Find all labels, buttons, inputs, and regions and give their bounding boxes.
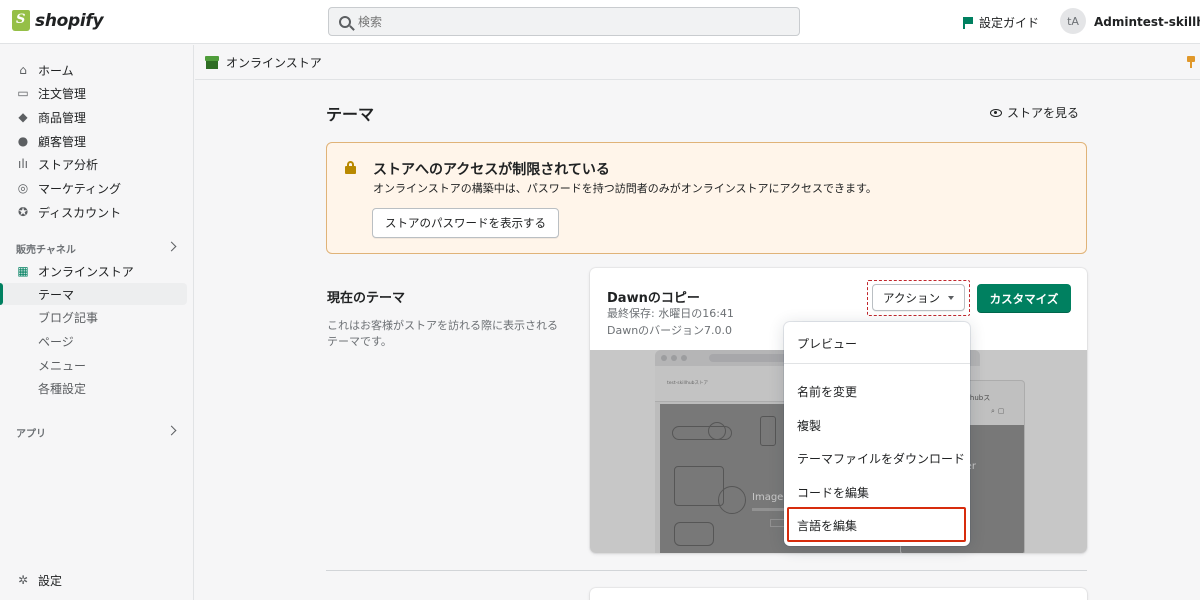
sidebar-item-label: 注文管理: [38, 86, 87, 101]
apps-title: アプリ: [16, 429, 46, 440]
store-icon: [205, 56, 219, 69]
lock-icon: [345, 161, 356, 174]
current-theme-title: 現在のテーマ: [327, 291, 406, 306]
edit-languages-highlight: [787, 507, 966, 542]
home-icon: ⌂: [19, 63, 27, 77]
sidebar-item-home[interactable]: ⌂ ホーム: [16, 61, 74, 79]
theme-last-saved: 最終保存: 水曜日の16:41: [607, 307, 734, 320]
sidebar-sub-item-pages[interactable]: ページ: [38, 333, 74, 350]
store-icon: ▦: [17, 264, 29, 278]
sidebar-item-customers[interactable]: ● 顧客管理: [16, 132, 86, 150]
menu-item-edit-code[interactable]: コードを編集: [797, 484, 869, 501]
sidebar-item-label: ディスカウント: [38, 205, 122, 220]
setup-guide-label: 設定ガイド: [979, 16, 1040, 30]
menu-divider: [784, 363, 970, 364]
view-store-button[interactable]: ストアを見る: [990, 104, 1079, 121]
theme-name: Dawnのコピー: [607, 291, 700, 306]
sidebar-item-label: オンラインストア: [38, 264, 134, 279]
user-menu[interactable]: tA Admintest-skillhubス: [1060, 8, 1200, 34]
eye-icon: [990, 108, 1002, 117]
sidebar: ⌂ ホーム ▭ 注文管理 ◆ 商品管理 ● 顧客管理 ılı ストア分析 ◎ マ…: [0, 45, 194, 600]
breadcrumb-label: オンラインストア: [226, 56, 322, 70]
search-input[interactable]: [358, 14, 778, 29]
section-divider: [326, 570, 1087, 571]
sidebar-item-settings[interactable]: ✲ 設定: [16, 571, 62, 589]
sidebar-sub-item-menus[interactable]: メニュー: [38, 357, 86, 374]
sidebar-sub-item-themes[interactable]: テーマ: [38, 286, 74, 303]
sidebar-item-online-store[interactable]: ▦ オンラインストア: [16, 262, 134, 280]
customize-button[interactable]: カスタマイズ: [977, 284, 1071, 313]
marketing-icon: ◎: [17, 181, 29, 195]
sidebar-item-discounts[interactable]: ✪ ディスカウント: [16, 203, 121, 221]
shopify-logo[interactable]: shopify: [12, 10, 104, 31]
theme-library-card: [590, 588, 1087, 600]
actions-menu: プレビュー 名前を変更 複製 テーマファイルをダウンロード コードを編集 言語を…: [784, 322, 970, 546]
sidebar-item-label: ホーム: [38, 63, 74, 78]
banner-text: オンラインストアの構築中は、パスワードを持つ訪問者のみがオンラインストアにアクセ…: [373, 182, 877, 195]
sidebar-item-analytics[interactable]: ılı ストア分析: [16, 155, 98, 173]
actions-highlight: アクション: [867, 280, 970, 316]
view-store-label: ストアを見る: [1007, 106, 1080, 120]
search-icon: [339, 15, 351, 28]
analytics-icon: ılı: [17, 157, 28, 171]
sidebar-item-marketing[interactable]: ◎ マーケティング: [16, 179, 121, 197]
search-bar[interactable]: [328, 7, 800, 36]
setup-guide-button[interactable]: 設定ガイド: [963, 14, 1039, 31]
shopify-bag-icon: [12, 10, 30, 31]
sidebar-item-orders[interactable]: ▭ 注文管理: [16, 84, 86, 102]
theme-version: Dawnのバージョン7.0.0: [607, 324, 732, 337]
sidebar-item-products[interactable]: ◆ 商品管理: [16, 108, 86, 126]
pin-icon[interactable]: [1187, 56, 1195, 68]
current-theme-description: これはお客様がストアを訪れる際に表示されるテーマです。: [327, 319, 558, 348]
password-banner: ストアへのアクセスが制限されている オンラインストアの構築中は、パスワードを持つ…: [326, 142, 1087, 254]
show-password-button[interactable]: ストアのパスワードを表示する: [372, 208, 559, 238]
discount-icon: ✪: [17, 205, 29, 219]
sidebar-item-label: 設定: [38, 573, 63, 588]
flag-icon: [963, 16, 973, 29]
active-item-background: [0, 283, 187, 305]
breadcrumb-bar: オンラインストア: [195, 45, 1200, 80]
sidebar-sub-item-preferences[interactable]: 各種設定: [38, 380, 86, 397]
customer-icon: ●: [17, 134, 29, 148]
caret-down-icon: [947, 295, 954, 300]
logo-text: shopify: [35, 10, 104, 31]
tag-icon: ◆: [18, 110, 28, 124]
breadcrumb[interactable]: オンラインストア: [205, 54, 322, 71]
sidebar-item-label: 商品管理: [38, 110, 87, 125]
actions-button[interactable]: アクション: [872, 284, 965, 311]
page-title: テーマ: [326, 105, 375, 124]
chevron-right-icon[interactable]: [166, 241, 177, 252]
gear-icon: ✲: [17, 573, 29, 587]
chevron-right-icon[interactable]: [166, 425, 177, 436]
sidebar-item-label: ストア分析: [38, 157, 99, 172]
menu-item-preview[interactable]: プレビュー: [797, 335, 857, 352]
user-name: Admintest-skillhubス: [1094, 14, 1200, 29]
sidebar-item-label: 顧客管理: [38, 134, 87, 149]
menu-item-duplicate[interactable]: 複製: [797, 417, 821, 434]
menu-item-rename[interactable]: 名前を変更: [797, 383, 857, 400]
sidebar-item-label: マーケティング: [38, 181, 122, 196]
actions-label: アクション: [883, 290, 940, 305]
sales-channels-title: 販売チャネル: [16, 245, 76, 256]
menu-item-download-theme[interactable]: テーマファイルをダウンロード: [797, 450, 965, 467]
sidebar-sub-item-blog[interactable]: ブログ記事: [38, 309, 98, 326]
active-indicator: [0, 283, 3, 305]
top-bar: shopify 設定ガイド tA Admintest-skillhubス: [0, 0, 1200, 44]
banner-title: ストアへのアクセスが制限されている: [373, 162, 610, 178]
orders-icon: ▭: [17, 86, 29, 100]
avatar: tA: [1060, 8, 1086, 34]
